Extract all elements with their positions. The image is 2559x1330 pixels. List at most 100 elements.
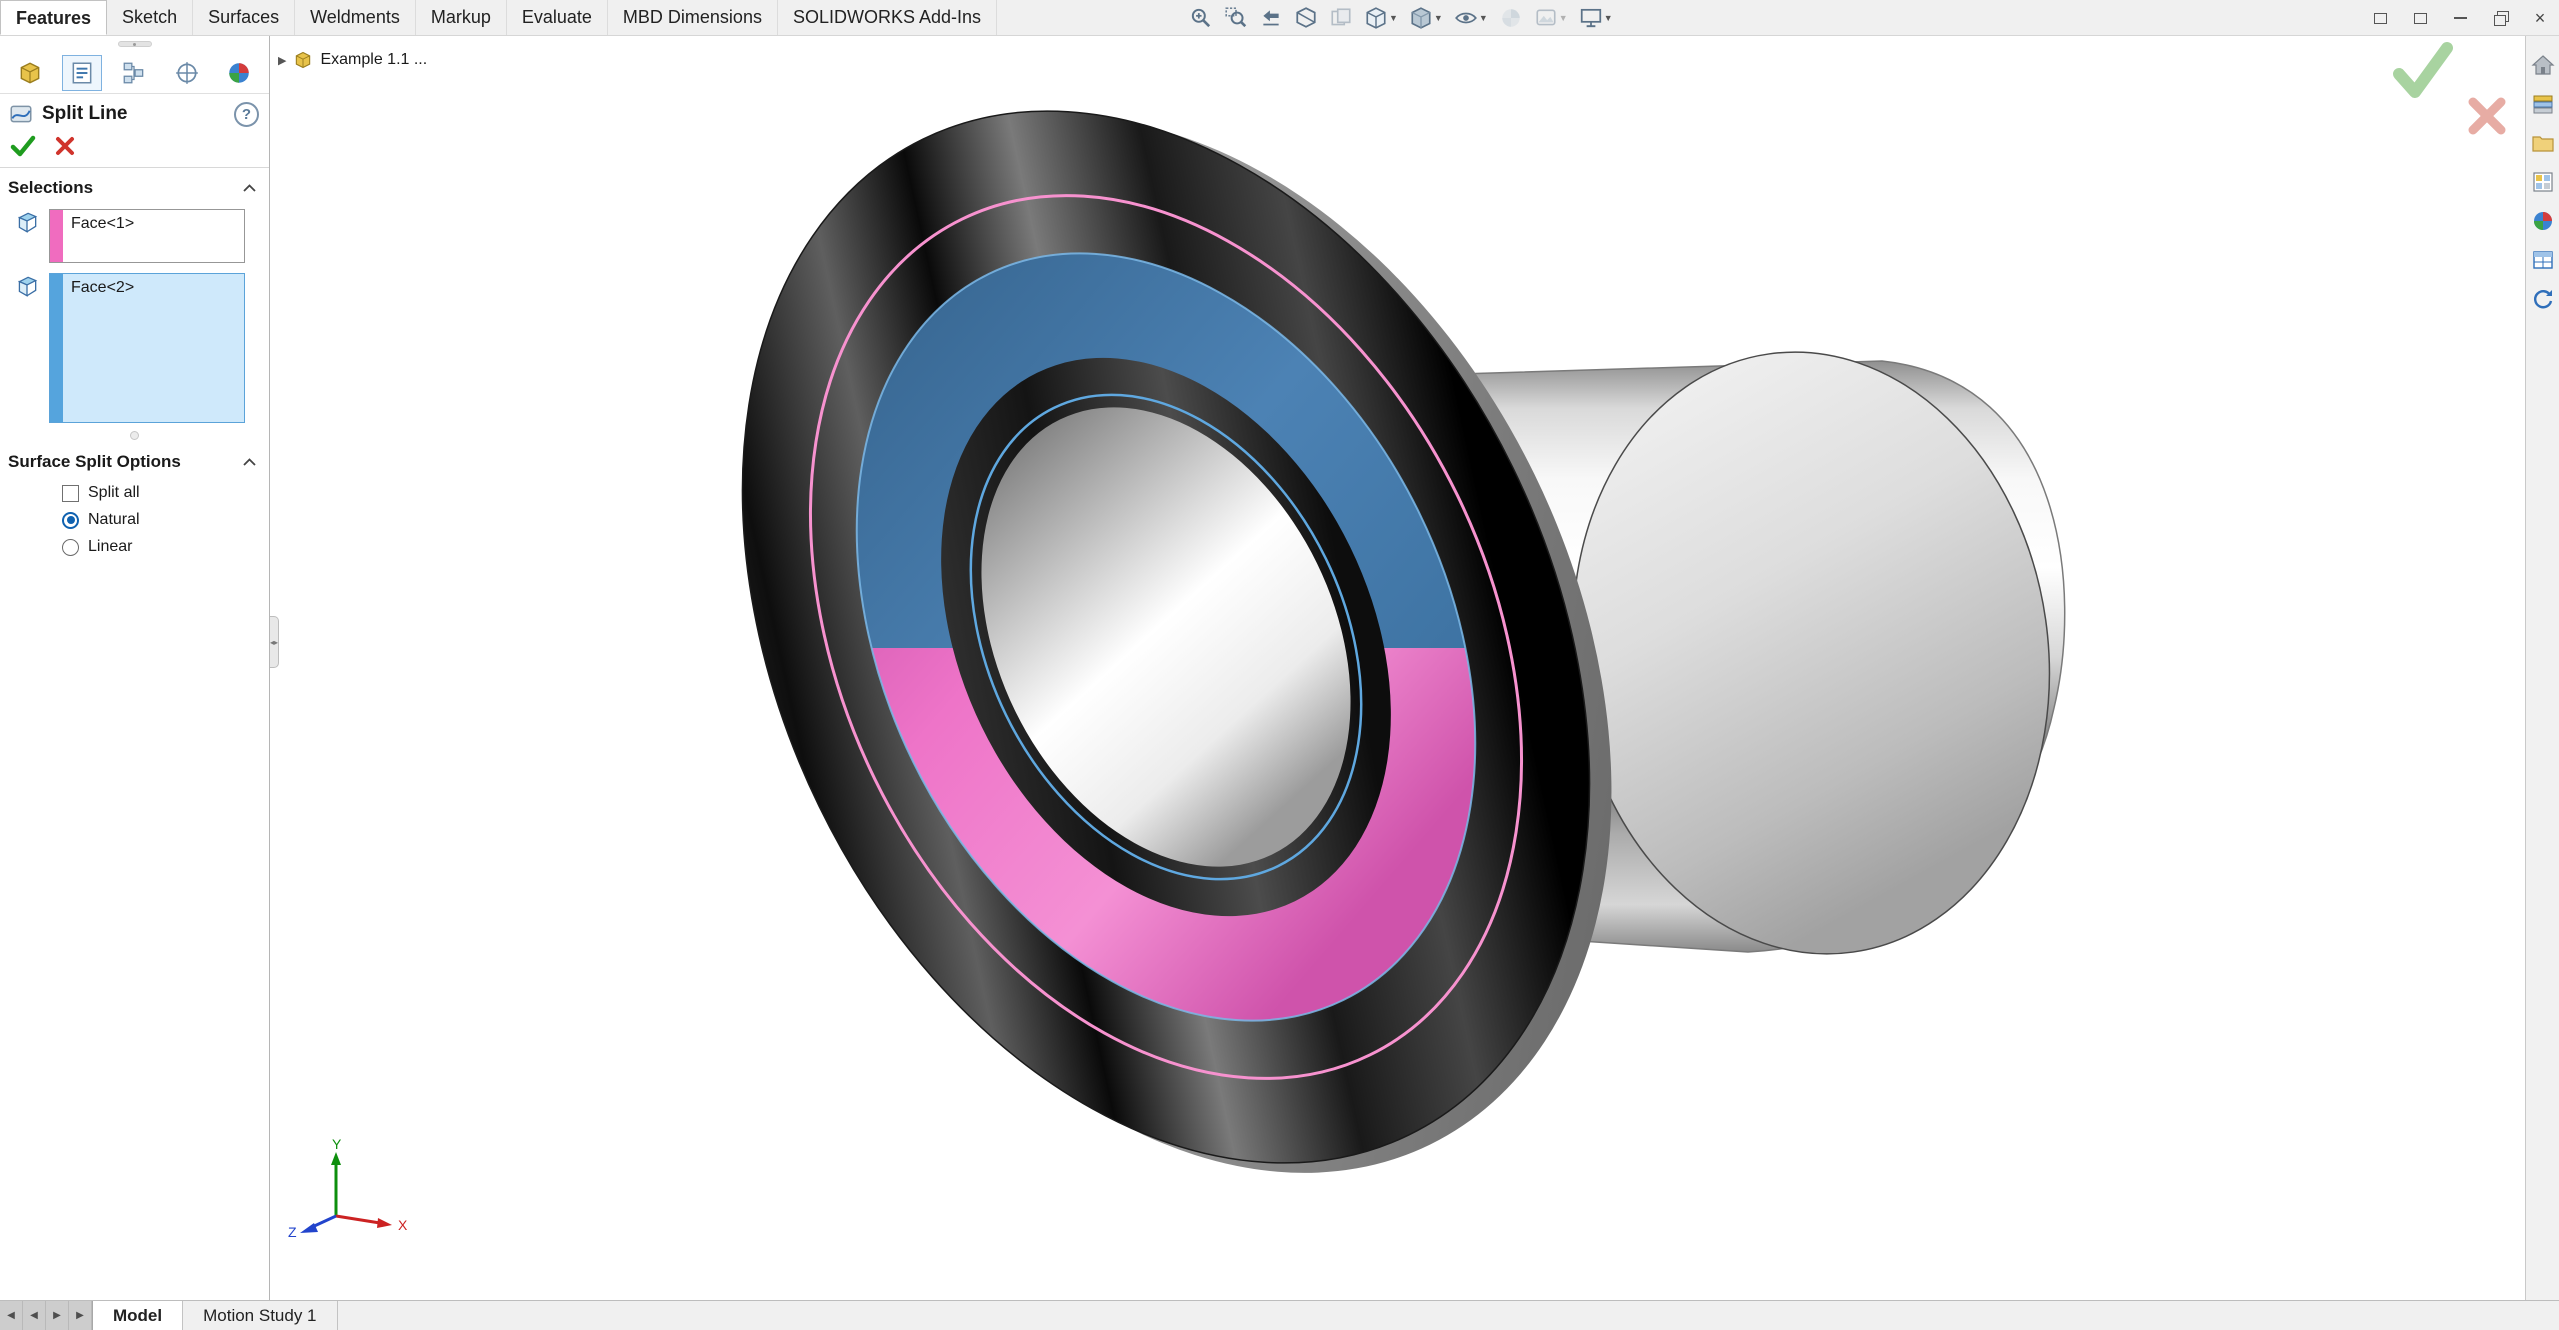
split-all-checkbox[interactable]	[62, 484, 79, 502]
confirm-cancel-button[interactable]	[2465, 94, 2509, 138]
motion-study-tab[interactable]: Motion Study 1	[183, 1301, 338, 1330]
selections-resize-grip[interactable]	[0, 428, 269, 442]
selections-header-label: Selections	[8, 178, 94, 197]
tab-solidworks-addins[interactable]: SOLIDWORKS Add-Ins	[778, 0, 998, 35]
status-bar: ◀ ◀ ▶ ▶ Model Motion Study 1	[0, 1300, 2559, 1330]
tree-expand-icon[interactable]: ▶	[278, 54, 286, 67]
natural-option[interactable]: Natural	[62, 511, 259, 529]
selection-box-face1[interactable]: Face<1>	[49, 209, 245, 263]
main-area: Split Line ? Selections Face<1> Face<2> …	[0, 36, 2559, 1300]
tab-features[interactable]: Features	[0, 0, 108, 35]
window-controls: ×	[2369, 0, 2551, 36]
solidworks-window: Features Sketch Surfaces Weldments Marku…	[0, 0, 2559, 1330]
face1-label: Face<1>	[71, 215, 135, 232]
fullscreen-icon[interactable]	[2409, 7, 2431, 29]
zoom-to-fit-icon[interactable]	[1188, 5, 1214, 31]
split-all-option[interactable]: Split all	[62, 484, 259, 502]
model-tab[interactable]: Model	[93, 1301, 184, 1330]
orientation-triad: Y X Z	[288, 1138, 408, 1240]
chevron-up-icon	[243, 458, 256, 466]
3d-drawing-view-icon[interactable]	[1328, 5, 1354, 31]
tab-mbd-dimensions[interactable]: MBD Dimensions	[608, 0, 778, 35]
surface-split-options-header[interactable]: Surface Split Options	[0, 442, 269, 478]
manager-tab-strip	[0, 52, 269, 94]
split-all-label: Split all	[88, 484, 140, 501]
face2-label: Face<2>	[71, 279, 135, 296]
view-orientation-icon[interactable]: ▼	[1363, 5, 1399, 31]
property-manager-tab[interactable]	[62, 54, 103, 91]
close-icon[interactable]: ×	[2529, 7, 2551, 29]
section-view-icon[interactable]	[1293, 5, 1319, 31]
selection-row-2: Face<2>	[0, 268, 269, 428]
display-style-icon[interactable]: ▼	[1408, 5, 1444, 31]
restore-icon[interactable]	[2489, 7, 2511, 29]
display-manager-tab[interactable]	[219, 55, 259, 91]
graphics-viewport[interactable]: ▶ Example 1.1 ... ◂▸ Y X Z	[270, 36, 2525, 1300]
feature-manager-tab[interactable]	[10, 55, 50, 91]
minimize-icon[interactable]	[2449, 7, 2471, 29]
split-left2-icon[interactable]: ◀	[23, 1301, 46, 1330]
split-right2-icon[interactable]: ▶	[69, 1301, 92, 1330]
heads-up-toolbar: ▼ ▼ ▼ ▼ ▼	[1188, 0, 1614, 36]
task-pane-strip	[2525, 36, 2559, 1300]
hide-show-items-icon[interactable]: ▼	[1453, 5, 1489, 31]
cancel-button[interactable]	[54, 135, 76, 157]
collapse-ribbon-icon[interactable]	[2369, 7, 2391, 29]
triad-z-label: Z	[288, 1224, 297, 1240]
design-library-icon[interactable]	[2530, 91, 2556, 117]
panel-splitter-handle[interactable]: ◂▸	[270, 616, 279, 668]
view-orientation-caret[interactable]: ▼	[1389, 13, 1398, 23]
tree-item-label[interactable]: Example 1.1 ...	[320, 51, 427, 69]
pane-splitter-controls: ◀ ◀ ▶ ▶	[0, 1301, 93, 1330]
display-style-caret[interactable]: ▼	[1434, 13, 1443, 23]
face-select-icon	[17, 276, 38, 297]
surface-split-options-body: Split all Natural Linear	[0, 478, 269, 570]
property-manager-header: Split Line ?	[0, 94, 269, 132]
selection-box-face2[interactable]: Face<2>	[49, 273, 245, 423]
panel-collapse-grip[interactable]	[0, 36, 269, 52]
face-select-icon	[17, 212, 38, 233]
triad-y-label: Y	[332, 1138, 342, 1152]
tab-weldments[interactable]: Weldments	[295, 0, 416, 35]
view-settings-icon[interactable]: ▼	[1578, 5, 1614, 31]
property-manager-panel: Split Line ? Selections Face<1> Face<2> …	[0, 36, 270, 1300]
solidworks-forum-icon[interactable]	[2530, 286, 2556, 312]
split-right-icon[interactable]: ▶	[46, 1301, 69, 1330]
face2-color-swatch	[50, 274, 63, 422]
natural-radio[interactable]	[62, 511, 79, 529]
model-3d[interactable]	[270, 36, 2524, 1300]
split-line-feature-icon	[10, 105, 32, 123]
natural-label: Natural	[88, 511, 140, 528]
tab-evaluate[interactable]: Evaluate	[507, 0, 608, 35]
selection-row-1: Face<1>	[0, 204, 269, 268]
linear-option[interactable]: Linear	[62, 538, 259, 556]
selections-group-header[interactable]: Selections	[0, 168, 269, 204]
tab-surfaces[interactable]: Surfaces	[193, 0, 296, 35]
ribbon-tab-bar: Features Sketch Surfaces Weldments Marku…	[0, 0, 2559, 36]
part-icon	[296, 51, 311, 69]
previous-view-icon[interactable]	[1258, 5, 1284, 31]
split-left-icon[interactable]: ◀	[0, 1301, 23, 1330]
face1-color-swatch	[50, 210, 63, 262]
hide-show-items-caret[interactable]: ▼	[1479, 13, 1488, 23]
configuration-manager-tab[interactable]	[114, 55, 154, 91]
zoom-to-area-icon[interactable]	[1223, 5, 1249, 31]
view-settings-caret[interactable]: ▼	[1604, 13, 1613, 23]
feature-tree-flyout[interactable]: ▶ Example 1.1 ...	[278, 50, 427, 70]
help-icon[interactable]: ?	[234, 101, 259, 127]
file-explorer-icon[interactable]	[2530, 130, 2556, 156]
confirm-ok-button[interactable]	[2391, 42, 2453, 98]
tab-markup[interactable]: Markup	[416, 0, 507, 35]
linear-radio[interactable]	[62, 538, 79, 556]
tab-sketch[interactable]: Sketch	[107, 0, 194, 35]
home-icon[interactable]	[2530, 52, 2556, 78]
apply-scene-icon[interactable]: ▼	[1533, 5, 1569, 31]
view-palette-icon[interactable]	[2530, 169, 2556, 195]
dimxpert-manager-tab[interactable]	[167, 55, 207, 91]
triad-x-label: X	[398, 1217, 408, 1233]
ok-button[interactable]	[10, 134, 36, 158]
custom-properties-icon[interactable]	[2530, 247, 2556, 273]
appearances-icon[interactable]	[2530, 208, 2556, 234]
apply-scene-caret[interactable]: ▼	[1559, 13, 1568, 23]
edit-appearance-icon[interactable]	[1498, 5, 1524, 31]
